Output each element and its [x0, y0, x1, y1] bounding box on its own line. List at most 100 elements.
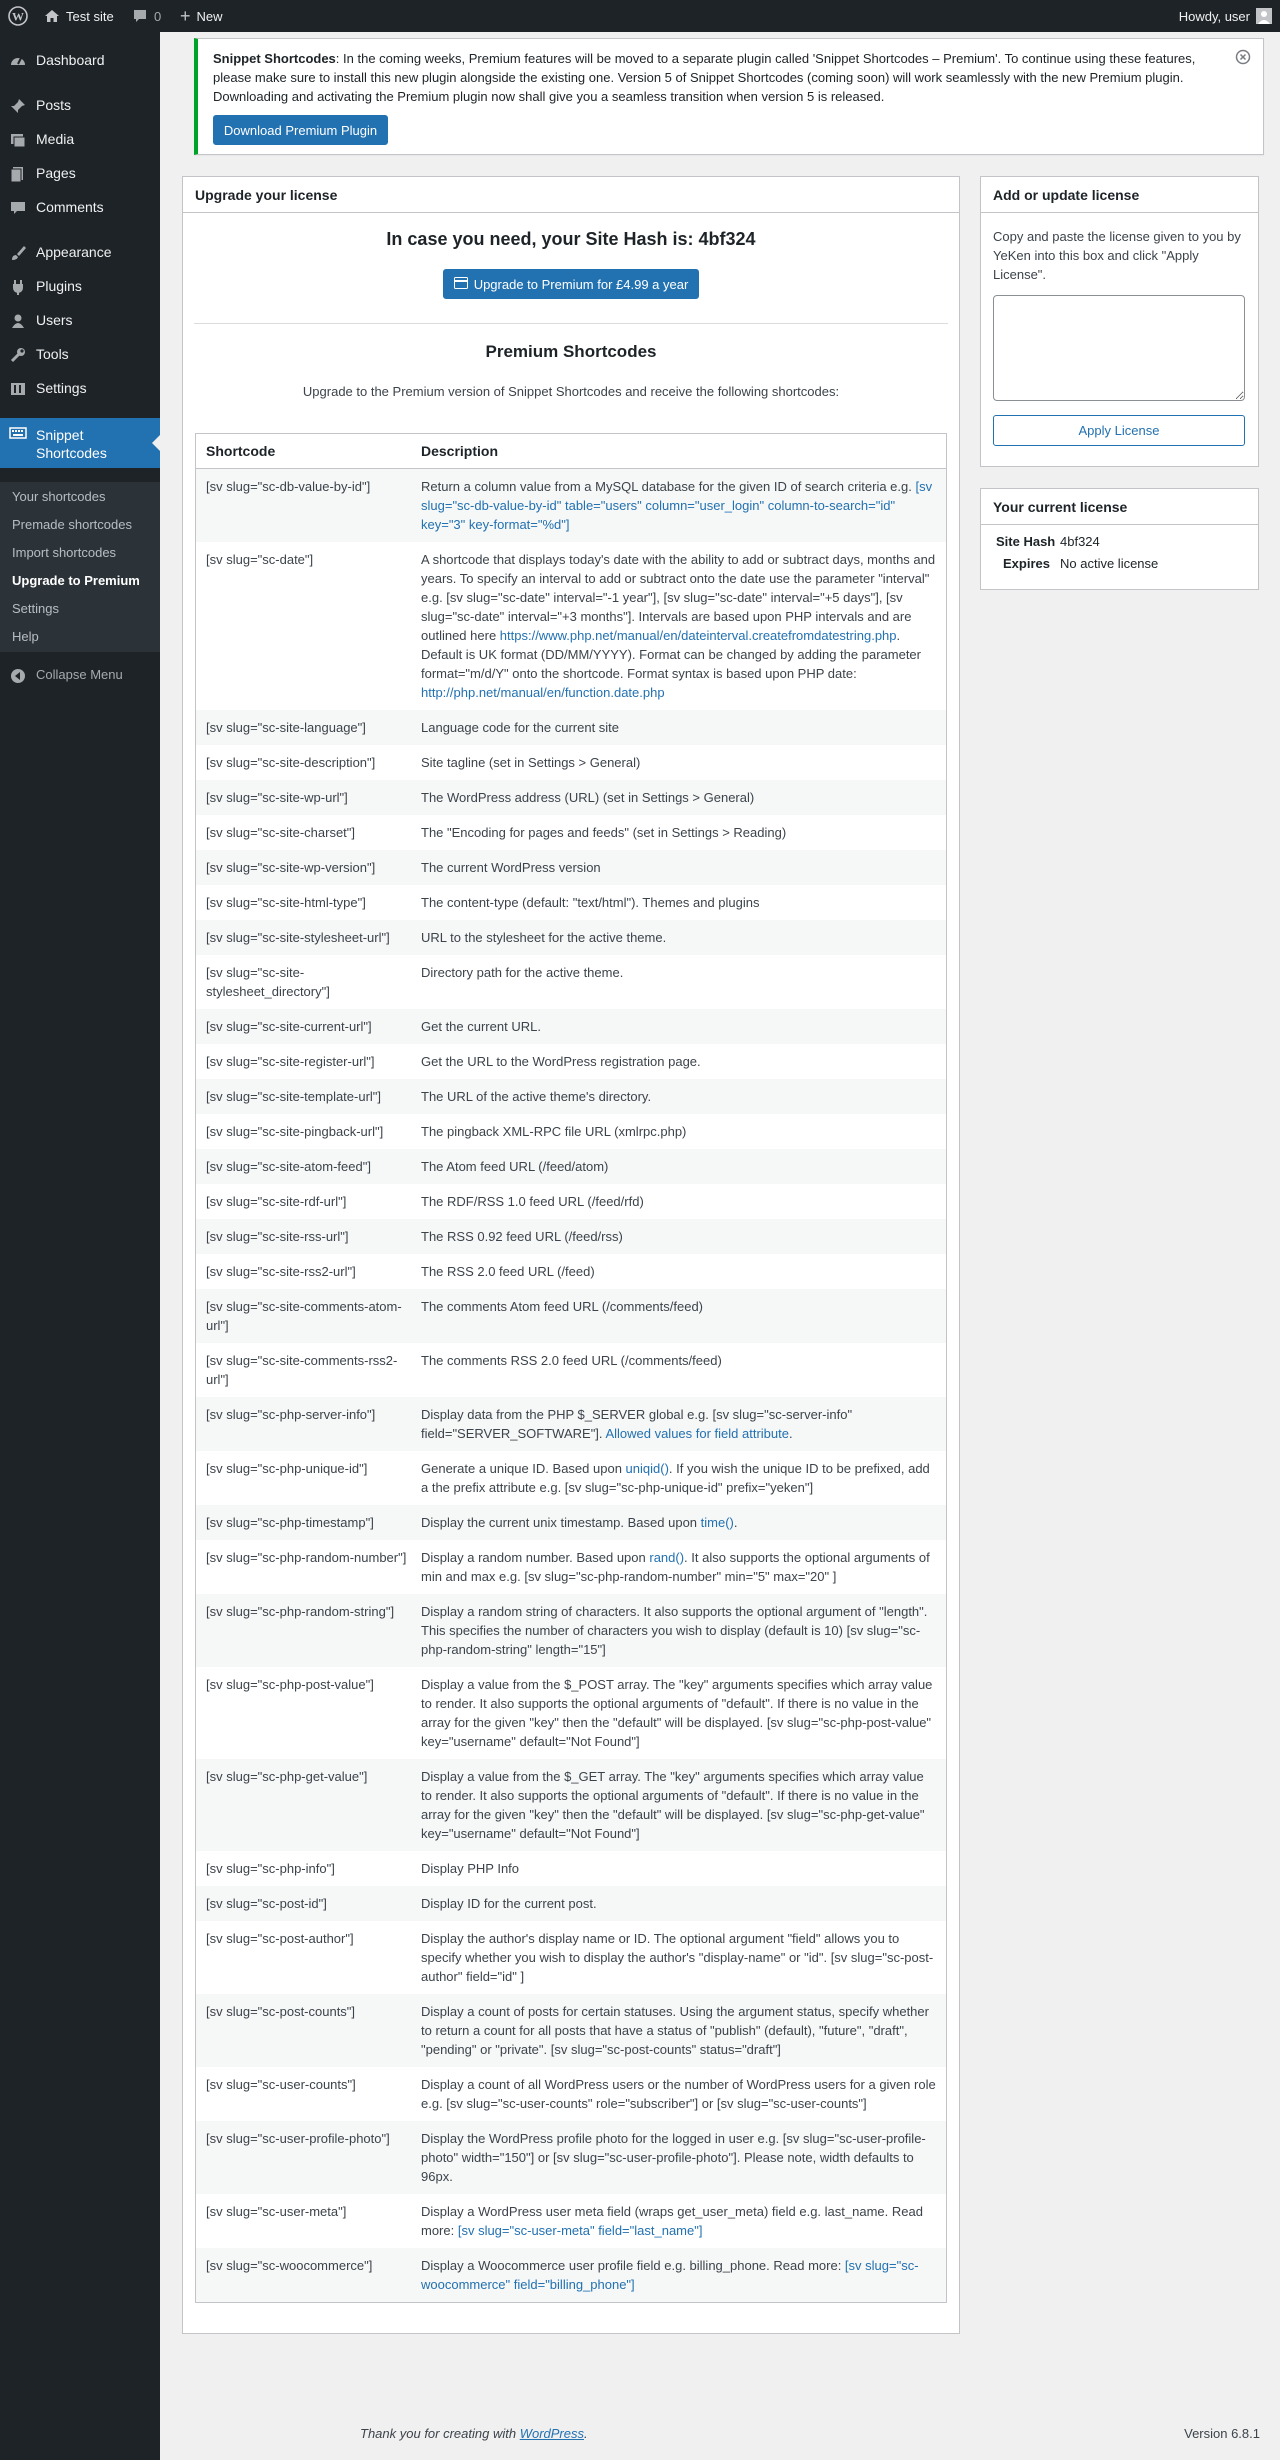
description-text: The comments Atom feed URL (/comments/fe… — [421, 1299, 704, 1314]
description-link[interactable]: [sv slug="sc-user-meta" field="last_name… — [458, 2223, 703, 2238]
description-text: Language code for the current site — [421, 720, 620, 735]
description-text: The RSS 2.0 feed URL (/feed) — [421, 1264, 595, 1279]
menu-item-media[interactable]: Media — [0, 122, 160, 156]
license-textarea[interactable] — [993, 295, 1245, 401]
description-text: Display a value from the $_POST array. T… — [421, 1677, 933, 1749]
menu-item-plugins[interactable]: Plugins — [0, 269, 160, 303]
thanks-end: . — [584, 2426, 588, 2441]
license-box-title: Add or update license — [981, 177, 1258, 213]
users-icon — [8, 311, 28, 331]
submenu-item-your-shortcodes[interactable]: Your shortcodes — [12, 489, 105, 504]
table-row: [sv slug="sc-php-post-value"] Display a v… — [196, 1667, 946, 1759]
description-link[interactable]: rand() — [649, 1550, 684, 1565]
site-hash-label: Site Hash — [996, 534, 1056, 549]
expires-value: No active license — [1060, 556, 1159, 571]
menu-item-posts[interactable]: Posts — [0, 88, 160, 122]
wordpress-link[interactable]: WordPress — [520, 2426, 584, 2441]
description-cell: Site tagline (set in Settings > General) — [421, 745, 946, 780]
current-menu-arrow — [152, 435, 160, 451]
shortcode-cell: [sv slug="sc-user-meta"] — [206, 2204, 347, 2219]
new-label: New — [196, 8, 223, 24]
menu-item-appearance[interactable]: Appearance — [0, 235, 160, 269]
table-row: [sv slug="sc-site-description"] Site tagl… — [196, 745, 946, 780]
upgrade-premium-button[interactable]: Upgrade to Premium for £4.99 a year — [443, 269, 699, 299]
submenu-item-settings[interactable]: Settings — [12, 601, 59, 616]
shortcode-cell: [sv slug="sc-php-info"] — [206, 1861, 335, 1876]
description-cell: Display a random number. Based upon rand… — [421, 1540, 946, 1594]
menu-item-settings[interactable]: Settings — [0, 371, 160, 405]
dismiss-icon[interactable] — [1235, 49, 1251, 65]
description-text: Site tagline (set in Settings > General) — [421, 755, 641, 770]
new-content-link[interactable]: + New — [180, 0, 223, 32]
description-text: Get the URL to the WordPress registratio… — [421, 1054, 701, 1069]
table-row: [sv slug="sc-user-profile-photo"] Display… — [196, 2121, 946, 2194]
submenu-item-premade-shortcodes[interactable]: Premade shortcodes — [12, 517, 132, 532]
description-text: The current WordPress version — [421, 860, 601, 875]
table-row: [sv slug="sc-post-counts"] Display a coun… — [196, 1994, 946, 2067]
description-text: The Atom feed URL (/feed/atom) — [421, 1159, 609, 1174]
keyboard-icon — [8, 423, 28, 443]
submenu-item-help[interactable]: Help — [12, 629, 39, 644]
table-row: [sv slug="sc-site-charset"] The "Encoding… — [196, 815, 946, 850]
menu-item-dashboard[interactable]: Dashboard — [0, 43, 160, 77]
description-link[interactable]: https://www.php.net/manual/en/dateinterv… — [500, 628, 897, 643]
description-link[interactable]: Allowed values for field attribute — [605, 1426, 789, 1441]
description-text: Generate a unique ID. Based upon — [421, 1461, 626, 1476]
wordpress-logo-icon[interactable]: W — [8, 0, 28, 32]
menu-label: Pages — [36, 165, 76, 181]
table-row: [sv slug="sc-date"] A shortcode that disp… — [196, 542, 946, 710]
divider — [194, 323, 948, 324]
menu-label: Tools — [36, 346, 69, 362]
description-cell: The URL of the active theme's directory. — [421, 1079, 946, 1114]
description-cell: Return a column value from a MySQL datab… — [421, 469, 946, 542]
description-cell: Display a count of posts for certain sta… — [421, 1994, 946, 2067]
table-row: [sv slug="sc-site-atom-feed"] The Atom fe… — [196, 1149, 946, 1184]
svg-text:W: W — [12, 10, 24, 24]
menu-item-comments[interactable]: Comments — [0, 190, 160, 224]
description-text: Display a value from the $_GET array. Th… — [421, 1769, 925, 1841]
admin-bar: W Test site 0 + New Howdy, user — [0, 0, 1280, 32]
my-account-link[interactable]: Howdy, user — [1179, 0, 1272, 32]
table-row: [sv slug="sc-woocommerce"] Display a Wooc… — [196, 2248, 946, 2302]
description-link[interactable]: http://php.net/manual/en/function.date.p… — [421, 685, 665, 700]
description-cell: Display the current unix timestamp. Base… — [421, 1505, 946, 1540]
menu-item-snippet-shortcodes[interactable]: Snippet Shortcodes — [0, 418, 160, 468]
submenu-item-import-shortcodes[interactable]: Import shortcodes — [12, 545, 116, 560]
menu-label: Plugins — [36, 278, 82, 294]
table-row: [sv slug="sc-user-meta"] Display a WordPr… — [196, 2194, 946, 2248]
description-text: Display the WordPress profile photo for … — [421, 2131, 926, 2184]
download-premium-button[interactable]: Download Premium Plugin — [213, 115, 388, 145]
site-name-link[interactable]: Test site — [44, 0, 114, 32]
menu-item-users[interactable]: Users — [0, 303, 160, 337]
table-row: [sv slug="sc-site-language"] Language cod… — [196, 710, 946, 745]
description-cell: Generate a unique ID. Based upon uniqid(… — [421, 1451, 946, 1505]
description-text: Display the current unix timestamp. Base… — [421, 1515, 701, 1530]
menu-item-tools[interactable]: Tools — [0, 337, 160, 371]
description-text: The WordPress address (URL) (set in Sett… — [421, 790, 755, 805]
description-cell: Get the URL to the WordPress registratio… — [421, 1044, 946, 1079]
shortcode-cell: [sv slug="sc-site-description"] — [206, 755, 376, 770]
apply-license-button[interactable]: Apply License — [993, 415, 1245, 446]
submenu-item-upgrade-to-premium[interactable]: Upgrade to Premium — [12, 573, 140, 588]
shortcode-cell: [sv slug="sc-woocommerce"] — [206, 2258, 373, 2273]
paintbrush-icon — [8, 243, 28, 263]
description-text: URL to the stylesheet for the active the… — [421, 930, 667, 945]
table-row: [sv slug="sc-site-wp-url"] The WordPress … — [196, 780, 946, 815]
description-cell: Display a Woocommerce user profile field… — [421, 2248, 946, 2302]
shortcode-cell: [sv slug="sc-site-rdf-url"] — [206, 1194, 347, 1209]
menu-item-pages[interactable]: Pages — [0, 156, 160, 190]
table-row: [sv slug="sc-site-html-type"] The content… — [196, 885, 946, 920]
menu-label: Posts — [36, 97, 72, 113]
plus-icon: + — [180, 6, 191, 26]
comments-link[interactable]: 0 — [132, 0, 161, 32]
shortcode-cell: [sv slug="sc-post-id"] — [206, 1896, 327, 1911]
table-row: [sv slug="sc-site-register-url"] Get the … — [196, 1044, 946, 1079]
collapse-menu-button[interactable]: Collapse Menu — [0, 664, 160, 688]
description-text-after: . — [788, 1426, 793, 1441]
description-link[interactable]: time() — [701, 1515, 734, 1530]
current-license-box: Your current license Site Hash 4bf324 Ex… — [980, 488, 1259, 590]
description-text: The "Encoding for pages and feeds" (set … — [421, 825, 787, 840]
description-link[interactable]: uniqid() — [626, 1461, 669, 1476]
upgrade-button-label: Upgrade to Premium for £4.99 a year — [473, 276, 689, 292]
wrench-icon — [8, 345, 28, 365]
